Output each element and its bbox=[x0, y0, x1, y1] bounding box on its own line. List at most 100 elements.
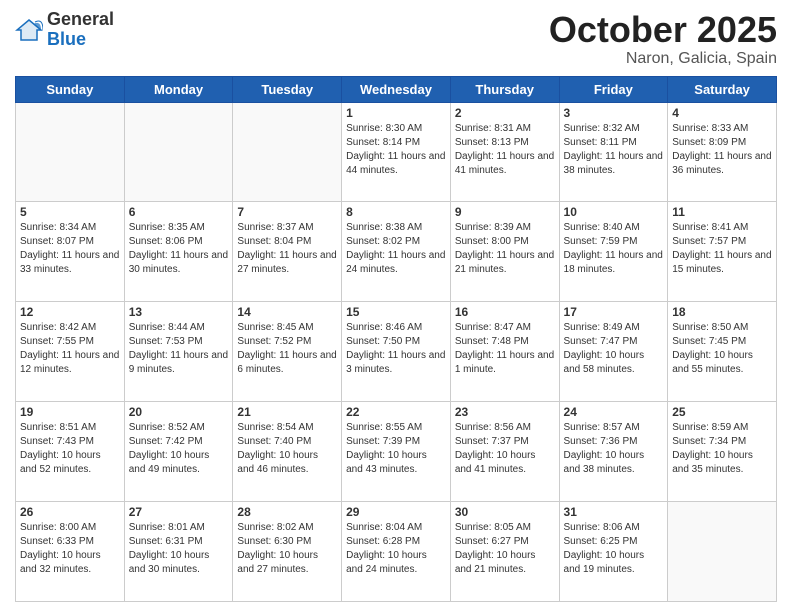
table-row: 14 Sunrise: 8:45 AM Sunset: 7:52 PM Dayli… bbox=[233, 302, 342, 402]
day-info: Sunrise: 8:34 AM Sunset: 8:07 PM Dayligh… bbox=[20, 221, 120, 277]
day-number: 27 bbox=[129, 505, 229, 519]
day-number: 4 bbox=[672, 106, 772, 120]
table-row: 4 Sunrise: 8:33 AM Sunset: 8:09 PM Daylig… bbox=[668, 102, 777, 202]
day-info: Sunrise: 8:49 AM Sunset: 7:47 PM Dayligh… bbox=[564, 321, 664, 377]
day-info: Sunrise: 8:47 AM Sunset: 7:48 PM Dayligh… bbox=[455, 321, 555, 377]
day-number: 21 bbox=[237, 405, 337, 419]
day-number: 30 bbox=[455, 505, 555, 519]
day-info: Sunrise: 8:46 AM Sunset: 7:50 PM Dayligh… bbox=[346, 321, 446, 377]
table-row: 1 Sunrise: 8:30 AM Sunset: 8:14 PM Daylig… bbox=[342, 102, 451, 202]
table-row: 18Sunrise: 8:50 AM Sunset: 7:45 PM Dayli… bbox=[668, 302, 777, 402]
header-thursday: Thursday bbox=[450, 76, 559, 102]
day-info: Sunrise: 8:55 AM Sunset: 7:39 PM Dayligh… bbox=[346, 421, 446, 477]
day-info: Sunrise: 8:38 AM Sunset: 8:02 PM Dayligh… bbox=[346, 221, 446, 277]
table-row: 19 Sunrise: 8:51 AM Sunset: 7:43 PM Dayli… bbox=[16, 402, 125, 502]
table-row: 31 Sunrise: 8:06 AM Sunset: 6:25 PM Dayli… bbox=[559, 502, 668, 602]
header-tuesday: Tuesday bbox=[233, 76, 342, 102]
table-row: 24 Sunrise: 8:57 AM Sunset: 7:36 PM Dayli… bbox=[559, 402, 668, 502]
day-info: Sunrise: 8:54 AM Sunset: 7:40 PM Dayligh… bbox=[237, 421, 337, 477]
day-number: 6 bbox=[129, 205, 229, 219]
table-row: 17 Sunrise: 8:49 AM Sunset: 7:47 PM Dayli… bbox=[559, 302, 668, 402]
day-info: Sunrise: 8:56 AM Sunset: 7:37 PM Dayligh… bbox=[455, 421, 555, 477]
calendar-table: Sunday Monday Tuesday Wednesday Thursday… bbox=[15, 76, 777, 602]
table-row: 10 Sunrise: 8:40 AM Sunset: 7:59 PM Dayli… bbox=[559, 202, 668, 302]
day-number: 10 bbox=[564, 205, 664, 219]
day-number: 11 bbox=[672, 205, 772, 219]
table-row: 21 Sunrise: 8:54 AM Sunset: 7:40 PM Dayli… bbox=[233, 402, 342, 502]
table-row: 12Sunrise: 8:42 AM Sunset: 7:55 PM Dayli… bbox=[16, 302, 125, 402]
table-row: 2 Sunrise: 8:31 AM Sunset: 8:13 PM Daylig… bbox=[450, 102, 559, 202]
day-number: 13 bbox=[129, 305, 229, 319]
day-info: Sunrise: 8:59 AM Sunset: 7:34 PM Dayligh… bbox=[672, 421, 772, 477]
day-number: 24 bbox=[564, 405, 664, 419]
header-wednesday: Wednesday bbox=[342, 76, 451, 102]
day-number: 25 bbox=[672, 405, 772, 419]
calendar-title: October 2025 bbox=[549, 10, 777, 50]
table-row: 11 Sunrise: 8:41 AM Sunset: 7:57 PM Dayli… bbox=[668, 202, 777, 302]
table-row: 20 Sunrise: 8:52 AM Sunset: 7:42 PM Dayli… bbox=[124, 402, 233, 502]
day-info: Sunrise: 8:50 AM Sunset: 7:45 PM Dayligh… bbox=[672, 321, 772, 377]
day-info: Sunrise: 8:39 AM Sunset: 8:00 PM Dayligh… bbox=[455, 221, 555, 277]
day-info: Sunrise: 8:01 AM Sunset: 6:31 PM Dayligh… bbox=[129, 521, 229, 577]
header-friday: Friday bbox=[559, 76, 668, 102]
day-info: Sunrise: 8:52 AM Sunset: 7:42 PM Dayligh… bbox=[129, 421, 229, 477]
day-number: 20 bbox=[129, 405, 229, 419]
calendar-location: Naron, Galicia, Spain bbox=[549, 50, 777, 68]
day-info: Sunrise: 8:51 AM Sunset: 7:43 PM Dayligh… bbox=[20, 421, 120, 477]
table-row bbox=[16, 102, 125, 202]
table-row: 28Sunrise: 8:02 AM Sunset: 6:30 PM Dayli… bbox=[233, 502, 342, 602]
day-number: 17 bbox=[564, 305, 664, 319]
logo-general-text: General bbox=[47, 10, 114, 30]
table-row: 15Sunrise: 8:46 AM Sunset: 7:50 PM Dayli… bbox=[342, 302, 451, 402]
day-number: 7 bbox=[237, 205, 337, 219]
table-row: 22 Sunrise: 8:55 AM Sunset: 7:39 PM Dayli… bbox=[342, 402, 451, 502]
day-number: 1 bbox=[346, 106, 446, 120]
table-row: 16 Sunrise: 8:47 AM Sunset: 7:48 PM Dayli… bbox=[450, 302, 559, 402]
calendar-week-row: 5 Sunrise: 8:34 AM Sunset: 8:07 PM Daylig… bbox=[16, 202, 777, 302]
calendar-header-row: Sunday Monday Tuesday Wednesday Thursday… bbox=[16, 76, 777, 102]
day-info: Sunrise: 8:00 AM Sunset: 6:33 PM Dayligh… bbox=[20, 521, 120, 577]
day-number: 19 bbox=[20, 405, 120, 419]
table-row: 13Sunrise: 8:44 AM Sunset: 7:53 PM Dayli… bbox=[124, 302, 233, 402]
day-number: 2 bbox=[455, 106, 555, 120]
day-number: 28 bbox=[237, 505, 337, 519]
header-saturday: Saturday bbox=[668, 76, 777, 102]
calendar-week-row: 12Sunrise: 8:42 AM Sunset: 7:55 PM Dayli… bbox=[16, 302, 777, 402]
day-number: 16 bbox=[455, 305, 555, 319]
table-row: 5 Sunrise: 8:34 AM Sunset: 8:07 PM Daylig… bbox=[16, 202, 125, 302]
day-info: Sunrise: 8:30 AM Sunset: 8:14 PM Dayligh… bbox=[346, 122, 446, 178]
logo-blue-text: Blue bbox=[47, 30, 114, 50]
table-row bbox=[668, 502, 777, 602]
table-row: 29Sunrise: 8:04 AM Sunset: 6:28 PM Dayli… bbox=[342, 502, 451, 602]
table-row: 9Sunrise: 8:39 AM Sunset: 8:00 PM Daylig… bbox=[450, 202, 559, 302]
day-info: Sunrise: 8:31 AM Sunset: 8:13 PM Dayligh… bbox=[455, 122, 555, 178]
day-number: 14 bbox=[237, 305, 337, 319]
day-number: 5 bbox=[20, 205, 120, 219]
table-row: 27 Sunrise: 8:01 AM Sunset: 6:31 PM Dayli… bbox=[124, 502, 233, 602]
day-info: Sunrise: 8:06 AM Sunset: 6:25 PM Dayligh… bbox=[564, 521, 664, 577]
day-info: Sunrise: 8:40 AM Sunset: 7:59 PM Dayligh… bbox=[564, 221, 664, 277]
day-info: Sunrise: 8:05 AM Sunset: 6:27 PM Dayligh… bbox=[455, 521, 555, 577]
table-row: 7 Sunrise: 8:37 AM Sunset: 8:04 PM Daylig… bbox=[233, 202, 342, 302]
table-row: 8Sunrise: 8:38 AM Sunset: 8:02 PM Daylig… bbox=[342, 202, 451, 302]
day-info: Sunrise: 8:33 AM Sunset: 8:09 PM Dayligh… bbox=[672, 122, 772, 178]
day-info: Sunrise: 8:45 AM Sunset: 7:52 PM Dayligh… bbox=[237, 321, 337, 377]
table-row: 25 Sunrise: 8:59 AM Sunset: 7:34 PM Dayli… bbox=[668, 402, 777, 502]
day-number: 31 bbox=[564, 505, 664, 519]
header-monday: Monday bbox=[124, 76, 233, 102]
day-info: Sunrise: 8:32 AM Sunset: 8:11 PM Dayligh… bbox=[564, 122, 664, 178]
day-info: Sunrise: 8:37 AM Sunset: 8:04 PM Dayligh… bbox=[237, 221, 337, 277]
logo: General Blue bbox=[15, 10, 114, 50]
logo-icon bbox=[15, 16, 43, 44]
day-info: Sunrise: 8:35 AM Sunset: 8:06 PM Dayligh… bbox=[129, 221, 229, 277]
table-row: 30 Sunrise: 8:05 AM Sunset: 6:27 PM Dayli… bbox=[450, 502, 559, 602]
calendar-week-row: 26 Sunrise: 8:00 AM Sunset: 6:33 PM Dayli… bbox=[16, 502, 777, 602]
day-number: 22 bbox=[346, 405, 446, 419]
day-number: 3 bbox=[564, 106, 664, 120]
day-number: 29 bbox=[346, 505, 446, 519]
table-row: 26 Sunrise: 8:00 AM Sunset: 6:33 PM Dayli… bbox=[16, 502, 125, 602]
day-number: 26 bbox=[20, 505, 120, 519]
day-info: Sunrise: 8:41 AM Sunset: 7:57 PM Dayligh… bbox=[672, 221, 772, 277]
table-row: 6 Sunrise: 8:35 AM Sunset: 8:06 PM Daylig… bbox=[124, 202, 233, 302]
day-info: Sunrise: 8:57 AM Sunset: 7:36 PM Dayligh… bbox=[564, 421, 664, 477]
